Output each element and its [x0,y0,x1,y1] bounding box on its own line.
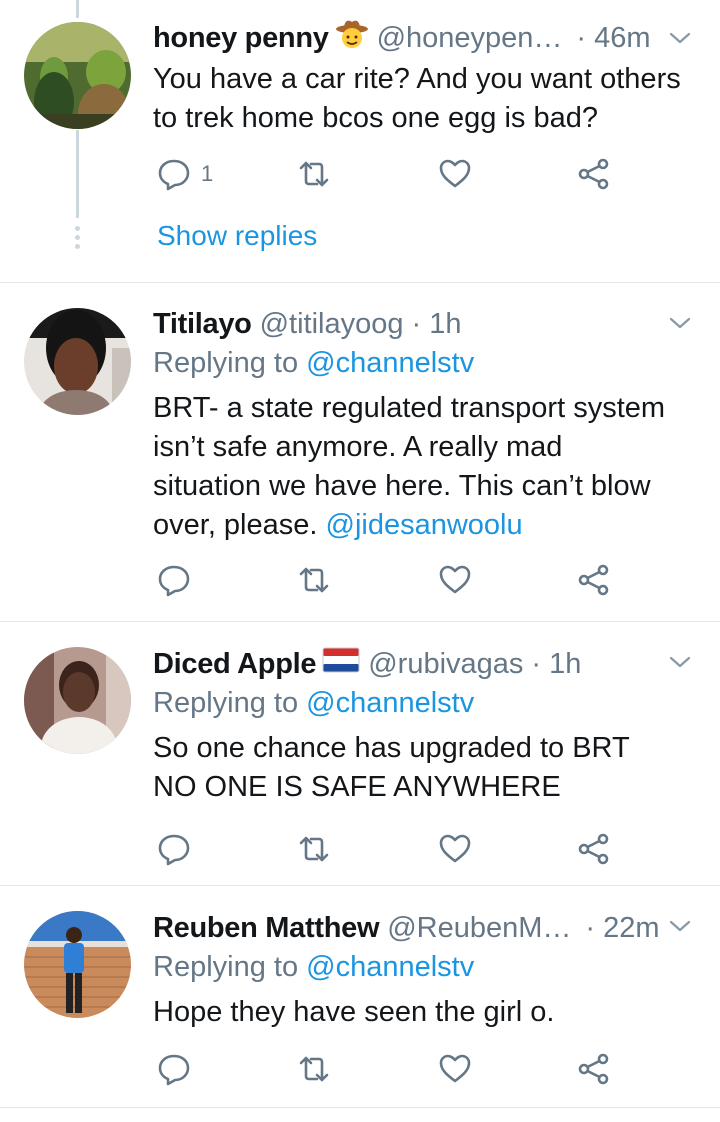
mention-link[interactable]: @jidesanwoolu [326,509,523,541]
retweet-button[interactable] [297,1052,331,1086]
tweet-item[interactable]: Reuben Matthew @ReubenM… · 22m Replying … [0,886,720,1108]
like-button[interactable] [438,832,472,866]
heart-icon [438,563,472,597]
share-icon [577,157,611,191]
avatar[interactable] [24,911,131,1018]
like-button[interactable] [438,563,472,597]
replying-to: Replying to @channelstv [153,951,475,983]
timestamp[interactable]: · 1h [531,648,581,681]
reply-button[interactable] [157,563,191,597]
retweet-button[interactable] [297,563,331,597]
tweet-item[interactable]: Titilayo @titilayoog · 1h Replying to @c… [0,283,720,622]
cowboy-face-emoji [335,19,369,57]
retweet-button[interactable] [297,157,331,191]
tweet-text: BRT- a state regulated transport system … [153,392,666,541]
tweet-text: So one chance has upgraded to BRT NO ONE… [153,732,630,803]
reply-icon [157,1052,191,1086]
timestamp[interactable]: · 22m [585,912,659,945]
tweet-text: You have a car rite? And you want others… [153,63,681,134]
chevron-down-icon[interactable] [668,26,692,50]
share-button[interactable] [577,1052,611,1086]
replying-to: Replying to @channelstv [153,347,475,379]
retweet-icon [297,157,331,191]
like-button[interactable] [438,1052,472,1086]
display-name[interactable]: honey penny [153,22,329,55]
thread-line-top [76,0,79,18]
show-replies-link[interactable]: Show replies [157,220,317,252]
display-name[interactable]: Diced Apple [153,648,317,681]
heart-icon [438,157,472,191]
replying-to-handle[interactable]: @channelstv [306,347,474,379]
heart-icon [438,832,472,866]
heart-icon [438,1052,472,1086]
user-handle[interactable]: @honeypen… [377,22,563,55]
netherlands-flag-emoji [322,647,360,681]
share-icon [577,563,611,597]
timestamp[interactable]: · 1h [412,308,462,341]
reply-button[interactable]: 1 [157,157,213,191]
reply-button[interactable] [157,832,191,866]
reply-icon [157,157,191,191]
avatar[interactable] [24,647,131,754]
display-name[interactable]: Titilayo [153,308,252,341]
reply-icon [157,832,191,866]
share-icon [577,832,611,866]
display-name[interactable]: Reuben Matthew [153,912,380,945]
timestamp[interactable]: · 46m [576,22,650,55]
tweet-text: Hope they have seen the girl o. [153,996,555,1028]
reply-count: 1 [201,161,214,186]
chevron-down-icon[interactable] [668,311,692,335]
retweet-icon [297,832,331,866]
share-button[interactable] [577,563,611,597]
chevron-down-icon[interactable] [668,650,692,674]
retweet-button[interactable] [297,832,331,866]
thread-dots [74,226,81,249]
share-button[interactable] [577,157,611,191]
retweet-icon [297,563,331,597]
user-handle[interactable]: @ReubenM… [387,912,571,945]
retweet-icon [297,1052,331,1086]
avatar[interactable] [24,22,131,129]
reply-icon [157,563,191,597]
avatar[interactable] [24,308,131,415]
thread-line [76,130,79,218]
user-handle[interactable]: @titilayoog [260,308,404,341]
share-button[interactable] [577,832,611,866]
share-icon [577,1052,611,1086]
chevron-down-icon[interactable] [668,914,692,938]
replying-to-handle[interactable]: @channelstv [306,687,474,719]
like-button[interactable] [438,157,472,191]
user-handle[interactable]: @rubivagas [368,648,523,681]
tweet-item[interactable]: Diced Apple @rubivagas · 1h Replying to … [0,622,720,886]
reply-button[interactable] [157,1052,191,1086]
tweet-item[interactable]: honey penny @honeypen… · 46m You have a … [0,0,720,283]
replying-to: Replying to @channelstv [153,687,475,719]
replying-to-handle[interactable]: @channelstv [306,951,474,983]
